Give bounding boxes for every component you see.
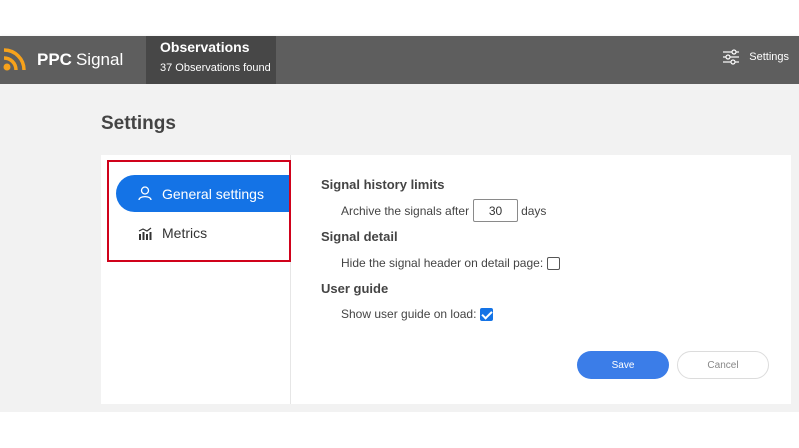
show-guide-label: Show user guide on load:	[341, 307, 477, 321]
observations-tab[interactable]: Observations 37 Observations found	[146, 36, 276, 84]
settings-link[interactable]: Settings	[722, 49, 789, 65]
show-guide-row: Show user guide on load:	[341, 307, 494, 321]
hide-header-label: Hide the signal header on detail page:	[341, 256, 544, 270]
brand-name-bold: PPC	[37, 50, 72, 69]
page-title: Settings	[101, 113, 176, 134]
nav-highlight-box	[107, 160, 291, 262]
archive-prefix: Archive the signals after	[341, 203, 470, 218]
scroll-edge	[778, 404, 799, 412]
section-title-detail: Signal detail	[321, 229, 398, 244]
archive-suffix: days	[521, 203, 547, 218]
rss-icon	[3, 48, 26, 71]
save-button[interactable]: Save	[577, 351, 669, 379]
hide-header-checkbox[interactable]	[547, 256, 561, 270]
top-bar: PPC Signal Observations 37 Observations f…	[0, 36, 799, 84]
show-guide-checkbox[interactable]	[480, 307, 494, 321]
section-title-history: Signal history limits	[321, 177, 445, 192]
cancel-button[interactable]: Cancel	[677, 351, 769, 379]
archive-days-input[interactable]	[473, 199, 519, 222]
brand-name-light: Signal	[75, 50, 124, 69]
sliders-icon	[723, 49, 740, 65]
archive-row: Archive the signals after days	[341, 199, 546, 222]
hide-header-row: Hide the signal header on detail page:	[341, 256, 561, 270]
brand-logo[interactable]: PPC Signal	[37, 50, 123, 70]
section-title-guide: User guide	[321, 281, 389, 296]
observations-count: 37 Observations found	[160, 62, 271, 74]
observations-title: Observations	[160, 39, 250, 55]
settings-label: Settings	[749, 51, 789, 63]
